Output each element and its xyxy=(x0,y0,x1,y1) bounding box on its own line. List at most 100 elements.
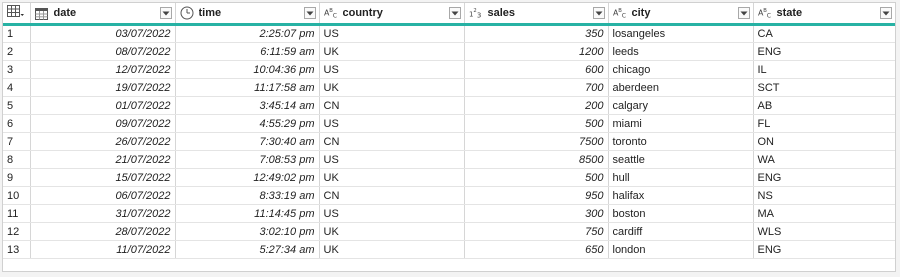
table-row[interactable]: 6 09/07/2022 4:55:29 pm US 500 miami FL xyxy=(3,114,895,133)
cell-time[interactable]: 11:14:45 pm xyxy=(175,204,320,223)
table-row[interactable]: 1 03/07/2022 2:25:07 pm US 350 losangele… xyxy=(3,24,895,43)
row-number[interactable]: 11 xyxy=(3,204,31,223)
cell-state[interactable]: IL xyxy=(753,60,895,79)
cell-sales[interactable]: 950 xyxy=(464,186,609,205)
row-number[interactable]: 9 xyxy=(3,168,31,187)
row-number[interactable]: 12 xyxy=(3,222,31,241)
table-row[interactable]: 3 12/07/2022 10:04:36 pm US 600 chicago … xyxy=(3,60,895,79)
cell-date[interactable]: 31/07/2022 xyxy=(30,204,176,223)
cell-sales[interactable]: 500 xyxy=(464,114,609,133)
row-number[interactable]: 1 xyxy=(3,24,31,43)
cell-country[interactable]: CN xyxy=(319,96,465,115)
table-row[interactable]: 13 11/07/2022 5:27:34 am UK 650 london E… xyxy=(3,240,895,259)
table-row[interactable]: 5 01/07/2022 3:45:14 am CN 200 calgary A… xyxy=(3,96,895,115)
column-header-date[interactable]: date xyxy=(30,3,176,26)
cell-date[interactable]: 06/07/2022 xyxy=(30,186,176,205)
text-type-icon[interactable]: A B C xyxy=(613,6,627,20)
cell-state[interactable]: ENG xyxy=(753,240,895,259)
cell-state[interactable]: ENG xyxy=(753,42,895,61)
cell-state[interactable]: ENG xyxy=(753,168,895,187)
cell-country[interactable]: US xyxy=(319,24,465,43)
table-row[interactable]: 2 08/07/2022 6:11:59 am UK 1200 leeds EN… xyxy=(3,42,895,61)
column-header-time[interactable]: time xyxy=(175,3,320,26)
table-icon[interactable] xyxy=(7,5,25,21)
row-number[interactable]: 7 xyxy=(3,132,31,151)
column-header-country[interactable]: A B C country xyxy=(319,3,465,26)
cell-country[interactable]: UK xyxy=(319,42,465,61)
cell-time[interactable]: 6:11:59 am xyxy=(175,42,320,61)
cell-time[interactable]: 7:08:53 pm xyxy=(175,150,320,169)
table-row[interactable]: 7 26/07/2022 7:30:40 am CN 7500 toronto … xyxy=(3,132,895,151)
cell-time[interactable]: 4:55:29 pm xyxy=(175,114,320,133)
clock-icon[interactable] xyxy=(180,6,194,20)
cell-city[interactable]: halifax xyxy=(608,186,754,205)
cell-city[interactable]: cardiff xyxy=(608,222,754,241)
cell-country[interactable]: UK xyxy=(319,222,465,241)
cell-sales[interactable]: 350 xyxy=(464,24,609,43)
cell-country[interactable]: UK xyxy=(319,240,465,259)
cell-country[interactable]: UK xyxy=(319,168,465,187)
cell-date[interactable]: 09/07/2022 xyxy=(30,114,176,133)
cell-time[interactable]: 5:27:34 am xyxy=(175,240,320,259)
cell-sales[interactable]: 8500 xyxy=(464,150,609,169)
cell-state[interactable]: AB xyxy=(753,96,895,115)
calendar-icon[interactable] xyxy=(35,6,49,20)
row-number[interactable]: 10 xyxy=(3,186,31,205)
column-header-state[interactable]: A B C state xyxy=(753,3,895,26)
cell-time[interactable]: 12:49:02 pm xyxy=(175,168,320,187)
cell-date[interactable]: 03/07/2022 xyxy=(30,24,176,43)
table-row[interactable]: 9 15/07/2022 12:49:02 pm UK 500 hull ENG xyxy=(3,168,895,187)
cell-date[interactable]: 26/07/2022 xyxy=(30,132,176,151)
row-number[interactable]: 6 xyxy=(3,114,31,133)
cell-city[interactable]: miami xyxy=(608,114,754,133)
row-number[interactable]: 8 xyxy=(3,150,31,169)
cell-time[interactable]: 8:33:19 am xyxy=(175,186,320,205)
table-row[interactable]: 12 28/07/2022 3:02:10 pm UK 750 cardiff … xyxy=(3,222,895,241)
text-type-icon[interactable]: A B C xyxy=(758,6,772,20)
cell-city[interactable]: aberdeen xyxy=(608,78,754,97)
cell-sales[interactable]: 1200 xyxy=(464,42,609,61)
cell-city[interactable]: calgary xyxy=(608,96,754,115)
cell-sales[interactable]: 600 xyxy=(464,60,609,79)
cell-date[interactable]: 19/07/2022 xyxy=(30,78,176,97)
whole-number-type-icon[interactable]: 1 2 3 xyxy=(469,6,483,20)
cell-state[interactable]: ON xyxy=(753,132,895,151)
table-row[interactable]: 4 19/07/2022 11:17:58 am UK 700 aberdeen… xyxy=(3,78,895,97)
text-type-icon[interactable]: A B C xyxy=(324,6,338,20)
cell-sales[interactable]: 500 xyxy=(464,168,609,187)
cell-city[interactable]: london xyxy=(608,240,754,259)
row-number[interactable]: 5 xyxy=(3,96,31,115)
filter-dropdown-button[interactable] xyxy=(737,7,750,19)
cell-country[interactable]: UK xyxy=(319,78,465,97)
cell-sales[interactable]: 750 xyxy=(464,222,609,241)
cell-city[interactable]: toronto xyxy=(608,132,754,151)
cell-time[interactable]: 3:02:10 pm xyxy=(175,222,320,241)
data-grid[interactable]: date time A B C country 1 2 3 sales A B … xyxy=(2,2,896,272)
row-number[interactable]: 2 xyxy=(3,42,31,61)
row-number[interactable]: 13 xyxy=(3,240,31,259)
cell-date[interactable]: 01/07/2022 xyxy=(30,96,176,115)
cell-date[interactable]: 08/07/2022 xyxy=(30,42,176,61)
filter-dropdown-button[interactable] xyxy=(879,7,892,19)
cell-date[interactable]: 21/07/2022 xyxy=(30,150,176,169)
filter-dropdown-button[interactable] xyxy=(592,7,605,19)
cell-date[interactable]: 15/07/2022 xyxy=(30,168,176,187)
cell-country[interactable]: US xyxy=(319,150,465,169)
cell-time[interactable]: 3:45:14 am xyxy=(175,96,320,115)
cell-time[interactable]: 11:17:58 am xyxy=(175,78,320,97)
cell-state[interactable]: WLS xyxy=(753,222,895,241)
row-number[interactable]: 4 xyxy=(3,78,31,97)
cell-city[interactable]: leeds xyxy=(608,42,754,61)
cell-sales[interactable]: 700 xyxy=(464,78,609,97)
cell-country[interactable]: CN xyxy=(319,186,465,205)
cell-city[interactable]: losangeles xyxy=(608,24,754,43)
cell-city[interactable]: seattle xyxy=(608,150,754,169)
cell-state[interactable]: MA xyxy=(753,204,895,223)
cell-sales[interactable]: 200 xyxy=(464,96,609,115)
filter-dropdown-button[interactable] xyxy=(303,7,316,19)
cell-city[interactable]: chicago xyxy=(608,60,754,79)
cell-sales[interactable]: 7500 xyxy=(464,132,609,151)
cell-sales[interactable]: 300 xyxy=(464,204,609,223)
cell-time[interactable]: 7:30:40 am xyxy=(175,132,320,151)
table-row[interactable]: 10 06/07/2022 8:33:19 am CN 950 halifax … xyxy=(3,186,895,205)
